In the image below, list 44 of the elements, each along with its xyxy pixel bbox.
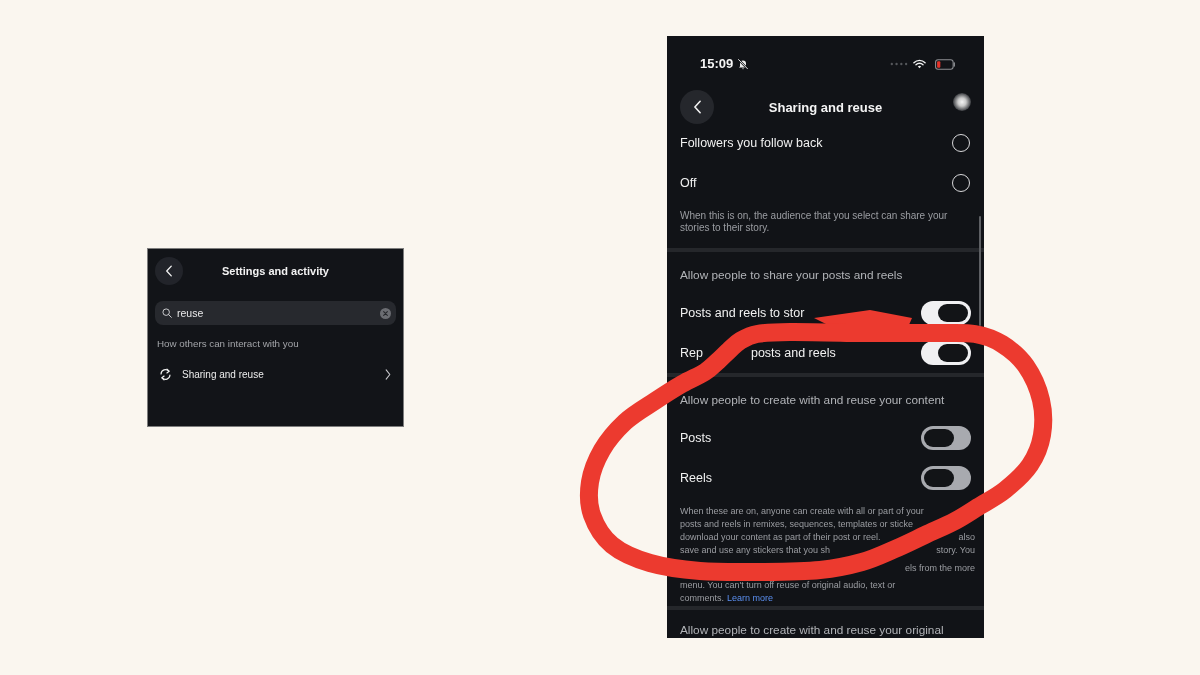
toggle-switch[interactable] — [921, 426, 971, 450]
description-text: comments. — [680, 592, 724, 605]
chevron-right-icon — [385, 368, 391, 380]
circular-arrows-icon — [159, 367, 172, 381]
description-text: When this is on, the audience that you select can share your stories to their story. — [679, 209, 949, 235]
signal-dots-icon — [890, 62, 908, 66]
description-text: els from the more — [904, 561, 975, 575]
toggle-switch[interactable] — [921, 466, 971, 490]
description-text: also — [958, 531, 975, 544]
status-time: 15:09 — [700, 56, 734, 72]
settings-list-item[interactable]: Sharing and reuse — [155, 362, 396, 386]
toggle-label: Posts — [680, 431, 712, 445]
section-header: Allow people to create with and reuse your original — [679, 622, 945, 636]
section-header: Allow people to create with and reuse your content — [679, 392, 946, 409]
learn-more-link[interactable]: Learn more — [727, 592, 774, 605]
toggle-label: Rep — [680, 346, 703, 360]
back-button[interactable] — [155, 257, 183, 285]
description-text: menu. You can't turn off reuse of original audio, text or — [680, 579, 896, 592]
wifi-icon — [913, 59, 926, 69]
chevron-left-icon — [692, 100, 702, 114]
battery-icon — [935, 58, 956, 70]
description-text: download your content as part of their post or reel. — [680, 531, 881, 544]
search-field[interactable]: reuse — [155, 301, 396, 325]
bell-slash-icon — [737, 58, 750, 70]
toggle-label: Posts and reels to stor — [680, 306, 805, 320]
description-text: posts and reels in remixes, sequences, templates or sticke — [680, 518, 914, 531]
screen-title: Sharing and reuse — [767, 99, 884, 115]
toggle-label: Reels — [680, 471, 712, 485]
toggle-label: posts and reels — [750, 346, 836, 360]
description-text: story. You — [936, 544, 975, 557]
glowing-dot-icon — [953, 93, 971, 111]
search-icon — [162, 308, 172, 318]
section-header: Allow people to share your posts and reels — [679, 267, 904, 284]
clear-icon[interactable] — [380, 307, 391, 319]
toggle-switch[interactable] — [921, 341, 971, 365]
section-label: How others can interact with you — [157, 338, 300, 350]
description-text: When these are on, anyone can create with all or part of your — [680, 505, 924, 518]
back-button[interactable] — [680, 90, 714, 124]
panel-title: Settings and activity — [221, 265, 330, 277]
chevron-left-icon — [165, 265, 173, 277]
toggle-switch[interactable] — [921, 301, 971, 325]
option-label: Followers you follow back — [680, 136, 823, 150]
option-label: Off — [680, 176, 697, 190]
description-text: save and use any stickers that you sh — [680, 544, 831, 557]
